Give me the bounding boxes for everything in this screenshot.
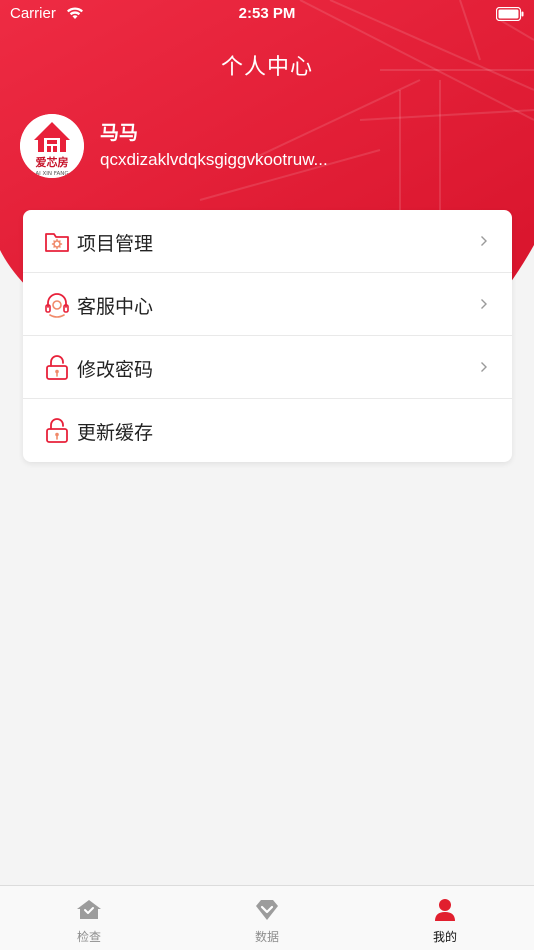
tab-label: 我的 (432, 930, 457, 944)
home-check-icon (77, 900, 101, 919)
menu-item-project-management[interactable]: 项目管理 (23, 210, 512, 273)
menu-item-label: 更新缓存 (77, 422, 154, 444)
person-icon (435, 899, 455, 921)
user-name: 马马 (100, 122, 139, 144)
tab-data[interactable]: 数据 (178, 886, 356, 950)
battery-icon (496, 7, 524, 21)
chevron-right-icon (481, 236, 487, 246)
menu-item-update-cache[interactable]: 更新缓存 (23, 399, 512, 462)
page-title: 个人中心 (220, 55, 313, 80)
lock-icon (46, 355, 68, 380)
status-bar: Carrier 2:53 PM (0, 0, 534, 28)
headset-icon (45, 293, 69, 318)
svg-text:爱芯房: 爱芯房 (36, 155, 69, 169)
tab-label: 数据 (254, 930, 279, 944)
tab-bar: 检查 数据 我的 (0, 885, 534, 950)
menu-item-customer-service[interactable]: 客服中心 (23, 273, 512, 336)
tab-label: 检查 (76, 930, 101, 944)
tab-mine[interactable]: 我的 (356, 886, 534, 950)
status-time: 2:53 PM (238, 5, 296, 22)
menu-item-label: 修改密码 (77, 359, 154, 381)
menu-item-label: 项目管理 (77, 233, 154, 255)
menu-item-label: 客服中心 (77, 296, 154, 318)
diamond-chevron-icon (256, 900, 278, 920)
menu-card: 项目管理 客服中心 修改密码 更新缓存 (23, 210, 512, 462)
tab-inspect[interactable]: 检查 (0, 886, 178, 950)
lock-icon (46, 418, 68, 443)
chevron-right-icon (481, 299, 487, 309)
user-id: qcxdizaklvdqksgiggvkootruw... (100, 150, 328, 169)
chevron-right-icon (481, 362, 487, 372)
menu-item-change-password[interactable]: 修改密码 (23, 336, 512, 399)
aixinfang-logo-icon: 爱芯房 AI XIN FANG (20, 114, 84, 178)
avatar[interactable]: 爱芯房 AI XIN FANG (20, 114, 84, 178)
folder-gear-icon (45, 233, 69, 252)
